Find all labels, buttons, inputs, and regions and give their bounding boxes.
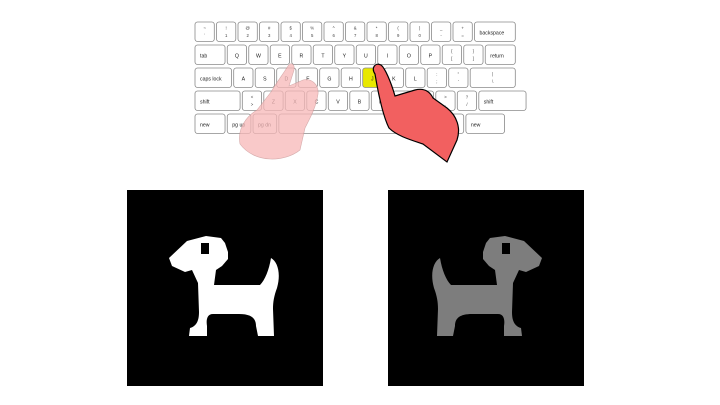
key-r0c1[interactable]: !1 xyxy=(216,21,237,42)
key-shift-label: _ xyxy=(439,26,443,31)
key-label: return xyxy=(490,54,504,60)
keyboard: ~`!1@2#3$4%5^6&7*8(9)0_-+= backspace tab Q W… xyxy=(194,21,527,163)
key-u[interactable]: U xyxy=(355,44,376,65)
key-r0c12[interactable]: += xyxy=(452,21,473,42)
key-r0c5[interactable]: %5 xyxy=(302,21,323,42)
key-label: new xyxy=(200,123,210,129)
key-g[interactable]: G xyxy=(319,67,340,88)
key-r0c8[interactable]: *8 xyxy=(366,21,387,42)
key-shift-label: & xyxy=(354,26,357,31)
key-r0c10[interactable]: )0 xyxy=(409,21,430,42)
key-label: backspace xyxy=(480,31,505,37)
key-label: tab xyxy=(200,54,207,60)
dog-panel-left xyxy=(127,190,323,386)
key-label: S xyxy=(263,77,267,83)
key-s[interactable]: S xyxy=(254,67,275,88)
key-h[interactable]: H xyxy=(340,67,361,88)
key-label: V xyxy=(336,100,340,106)
key-o[interactable]: O xyxy=(398,44,419,65)
key-return[interactable]: return xyxy=(484,44,516,65)
key-r2c12[interactable]: |\ xyxy=(469,67,516,88)
key-label: ] xyxy=(473,56,474,61)
key-label: K xyxy=(392,77,396,83)
key-shift[interactable]: shift xyxy=(194,90,241,111)
key-label: R xyxy=(300,54,304,60)
key-r1c12[interactable]: }] xyxy=(463,44,484,65)
key-p[interactable]: P xyxy=(420,44,441,65)
key-caps-lock[interactable]: caps lock xyxy=(194,67,232,88)
key-label: shift xyxy=(484,100,494,106)
key-r2c11[interactable]: "' xyxy=(448,67,469,88)
key-label: W xyxy=(256,54,261,60)
dog-silhouette xyxy=(432,236,542,336)
key-t[interactable]: T xyxy=(312,44,333,65)
dog-icon xyxy=(169,236,279,336)
keyboard-illustration: ~ `! 1 @2 #3 $4% 5 ^ 6 & 7 * 8(9) 0 _ - + = backspace tab Q W… xyxy=(185,16,535,176)
key-shift-label: ! xyxy=(226,26,227,31)
key-label: caps lock xyxy=(200,77,222,83)
key-label: I xyxy=(387,54,388,60)
key-label: Q xyxy=(235,54,239,60)
key-r[interactable]: R xyxy=(291,44,312,65)
key-r0c0[interactable]: ~` xyxy=(194,21,215,42)
key-r0c2[interactable]: @2 xyxy=(237,21,258,42)
key-new[interactable]: new xyxy=(465,113,505,134)
key-label: B xyxy=(358,100,362,106)
key-label: shift xyxy=(200,100,210,106)
key-v[interactable]: V xyxy=(327,90,349,111)
key-new[interactable]: new xyxy=(194,113,226,134)
key-label: A xyxy=(242,77,246,83)
key-label: U xyxy=(364,54,368,60)
key-l[interactable]: L xyxy=(405,67,426,88)
key-label: O xyxy=(407,54,411,60)
key-shift-label: % xyxy=(310,26,314,31)
key-shift[interactable]: shift xyxy=(478,90,527,111)
key-r3c11[interactable]: ?/ xyxy=(456,90,477,111)
key-q[interactable]: Q xyxy=(226,44,247,65)
key-shift-label: : xyxy=(436,72,437,77)
key-label: J xyxy=(371,77,374,83)
dog-silhouette xyxy=(169,236,279,336)
key-r0c4[interactable]: $4 xyxy=(280,21,301,42)
key-label: P xyxy=(429,54,433,60)
key-b[interactable]: B xyxy=(349,90,370,111)
key-label: G xyxy=(327,77,331,83)
dog-collar-tag xyxy=(201,243,209,254)
key-label: H xyxy=(349,77,353,83)
key-r0c7[interactable]: &7 xyxy=(345,21,366,42)
key-label: ; xyxy=(436,79,437,84)
key-label: new xyxy=(471,123,481,129)
key-r1c11[interactable]: {[ xyxy=(441,44,462,65)
key-label: Y xyxy=(343,54,347,60)
key-shift-label: | xyxy=(492,72,493,77)
dog-collar-tag xyxy=(502,243,510,254)
key-r0c9[interactable]: (9 xyxy=(388,21,409,42)
key-w[interactable]: W xyxy=(248,44,269,65)
key-r2c10[interactable]: :; xyxy=(426,67,447,88)
key-r0c11[interactable]: _- xyxy=(431,21,452,42)
key-shift-label: ^ xyxy=(333,26,335,31)
key-r0c6[interactable]: ^6 xyxy=(323,21,344,42)
key-label: E xyxy=(278,54,282,60)
dog-icon xyxy=(432,236,542,336)
key-i[interactable]: I xyxy=(377,44,398,65)
key-shift-label: @ xyxy=(245,26,249,31)
key-y[interactable]: Y xyxy=(334,44,355,65)
key-r0c3[interactable]: #3 xyxy=(259,21,280,42)
key-tab[interactable]: tab xyxy=(194,44,226,65)
key-e[interactable]: E xyxy=(269,44,290,65)
key-backspace[interactable]: backspace xyxy=(474,21,516,42)
key-label: L xyxy=(414,77,417,83)
key-a[interactable]: A xyxy=(233,67,254,88)
dog-panel-right xyxy=(388,190,584,386)
